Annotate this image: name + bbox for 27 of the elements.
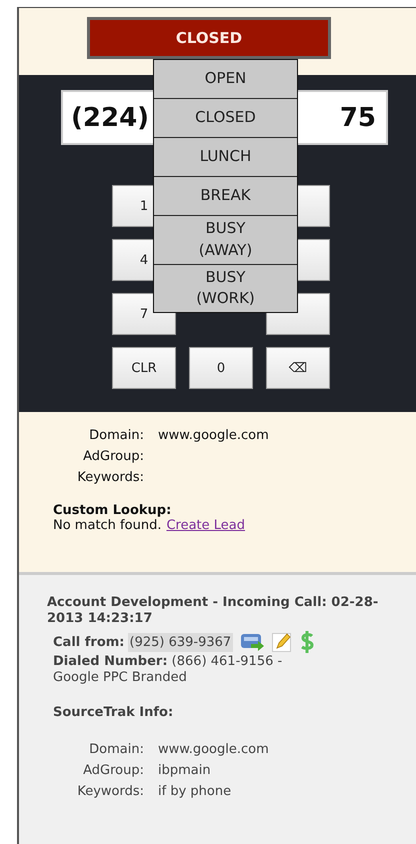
field-value: if by phone — [158, 784, 232, 800]
phone-transfer-icon[interactable] — [239, 631, 266, 654]
field-label: Keywords: — [76, 470, 144, 485]
field-label: AdGroup: — [82, 449, 144, 464]
field-value: ibpmain — [158, 763, 212, 778]
no-match-message: No match found. — [53, 518, 162, 533]
keypad-key[interactable]: 0 — [189, 347, 253, 389]
field-label: AdGroup: — [82, 763, 144, 778]
custom-lookup-title: Custom Lookup: — [53, 503, 172, 518]
phone-number-text: 75 — [340, 102, 376, 132]
field-label: Domain: — [88, 742, 144, 758]
dialed-number-text: Dialed Number: (866) 461-9156 - Google PPC Branded — [53, 654, 284, 686]
note-edit-icon[interactable] — [271, 631, 294, 654]
field-label: Keywords: — [76, 784, 144, 800]
phone-number-text: (224) — [71, 102, 150, 132]
create-lead-link[interactable]: Create Lead — [166, 518, 246, 533]
call-from-label: Call from: — [53, 634, 124, 650]
keypad-key[interactable]: ⌫ — [266, 347, 330, 389]
field-value: www.google.com — [158, 428, 270, 443]
call-heading: Account Development - Incoming Call: 02-28-2013 14:23:17 — [47, 595, 380, 626]
caller-number: (925) 639-9367 — [128, 632, 234, 652]
keypad-key[interactable]: CLR — [112, 347, 176, 389]
status-button[interactable]: CLOSED — [87, 17, 331, 59]
dollar-icon[interactable] — [299, 630, 316, 654]
field-label: Domain: — [88, 428, 144, 443]
field-value: www.google.com — [158, 742, 270, 758]
sourcetrak-title: SourceTrak Info: — [53, 705, 174, 720]
